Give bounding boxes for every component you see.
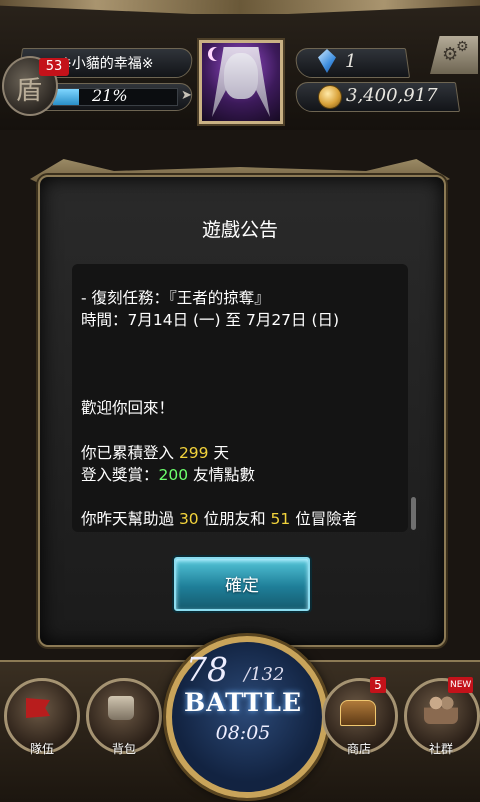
player-name: ※小貓的幸福※ xyxy=(60,56,154,72)
treasure-chest-icon xyxy=(340,700,376,726)
avatar-face xyxy=(224,53,258,99)
exp-arrow-icon: ➤ xyxy=(181,88,192,103)
login-suffix: 天 xyxy=(208,444,229,462)
small-gear-icon: ⚙ xyxy=(456,39,469,55)
dialog-title: 遊戲公告 xyxy=(201,219,278,241)
notice-line-quest: - 復刻任務：『王者的掠奪』 xyxy=(81,289,270,307)
coin-count: 3,400,917 xyxy=(346,85,438,106)
login-prefix: 你已累積登入 xyxy=(81,444,179,462)
notice-line-period: 時間：7月14日 (一) 至 7月27日 (日) xyxy=(81,311,340,329)
help-friends: 30 xyxy=(178,510,199,528)
leader-avatar[interactable] xyxy=(199,40,283,124)
social-new-badge: NEW xyxy=(448,677,474,693)
notice-line-reward: 登入獎賞：200 友情點數 xyxy=(81,463,255,485)
announcement-scroll-area[interactable]: - 復刻任務：『王者的掠奪』 時間：7月14日 (一) 至 7月27日 (日) … xyxy=(72,264,408,532)
login-days: 299 xyxy=(178,444,209,462)
stamina-timer: 08:05 xyxy=(215,722,271,744)
top-ornament xyxy=(0,0,480,14)
moon-icon xyxy=(212,47,226,61)
notice-line-help: 你昨天幫助過 30 位朋友和 51 位冒險者 xyxy=(81,507,357,529)
help-prefix: 你昨天幫助過 xyxy=(81,510,179,528)
notice-line-login: 你已累積登入 299 天 xyxy=(81,441,229,463)
help-suffix: 位冒險者 xyxy=(290,510,358,528)
battle-label: BATTLE xyxy=(183,688,303,717)
level-badge: 53 xyxy=(39,58,69,76)
notice-line-welcome: 歡迎你回來！ xyxy=(81,399,175,417)
help-mid: 位朋友和 xyxy=(198,510,271,528)
confirm-button-label: 確定 xyxy=(225,576,259,596)
team-label: 隊伍 xyxy=(29,742,54,756)
stamina-current: 78 xyxy=(186,650,228,689)
reward-points: 200 xyxy=(158,466,189,484)
gem-count: 1 xyxy=(345,51,357,72)
stamina-max: /132 xyxy=(244,664,285,685)
help-adventurers: 51 xyxy=(270,510,291,528)
exp-percent: 21% xyxy=(92,86,128,105)
shop-badge: 5 xyxy=(370,677,386,693)
shield-icon: 盾 xyxy=(16,76,43,106)
reward-suffix: 友情點數 xyxy=(188,466,256,484)
coin-icon xyxy=(318,85,342,109)
bag-label: 背包 xyxy=(111,742,136,756)
reward-prefix: 登入獎賞： xyxy=(81,466,159,484)
social-label: 社群 xyxy=(428,742,453,756)
bag-icon xyxy=(108,696,134,720)
shop-label: 商店 xyxy=(346,742,371,756)
announcement-scrollbar[interactable] xyxy=(411,497,416,530)
people-icon xyxy=(424,694,458,724)
